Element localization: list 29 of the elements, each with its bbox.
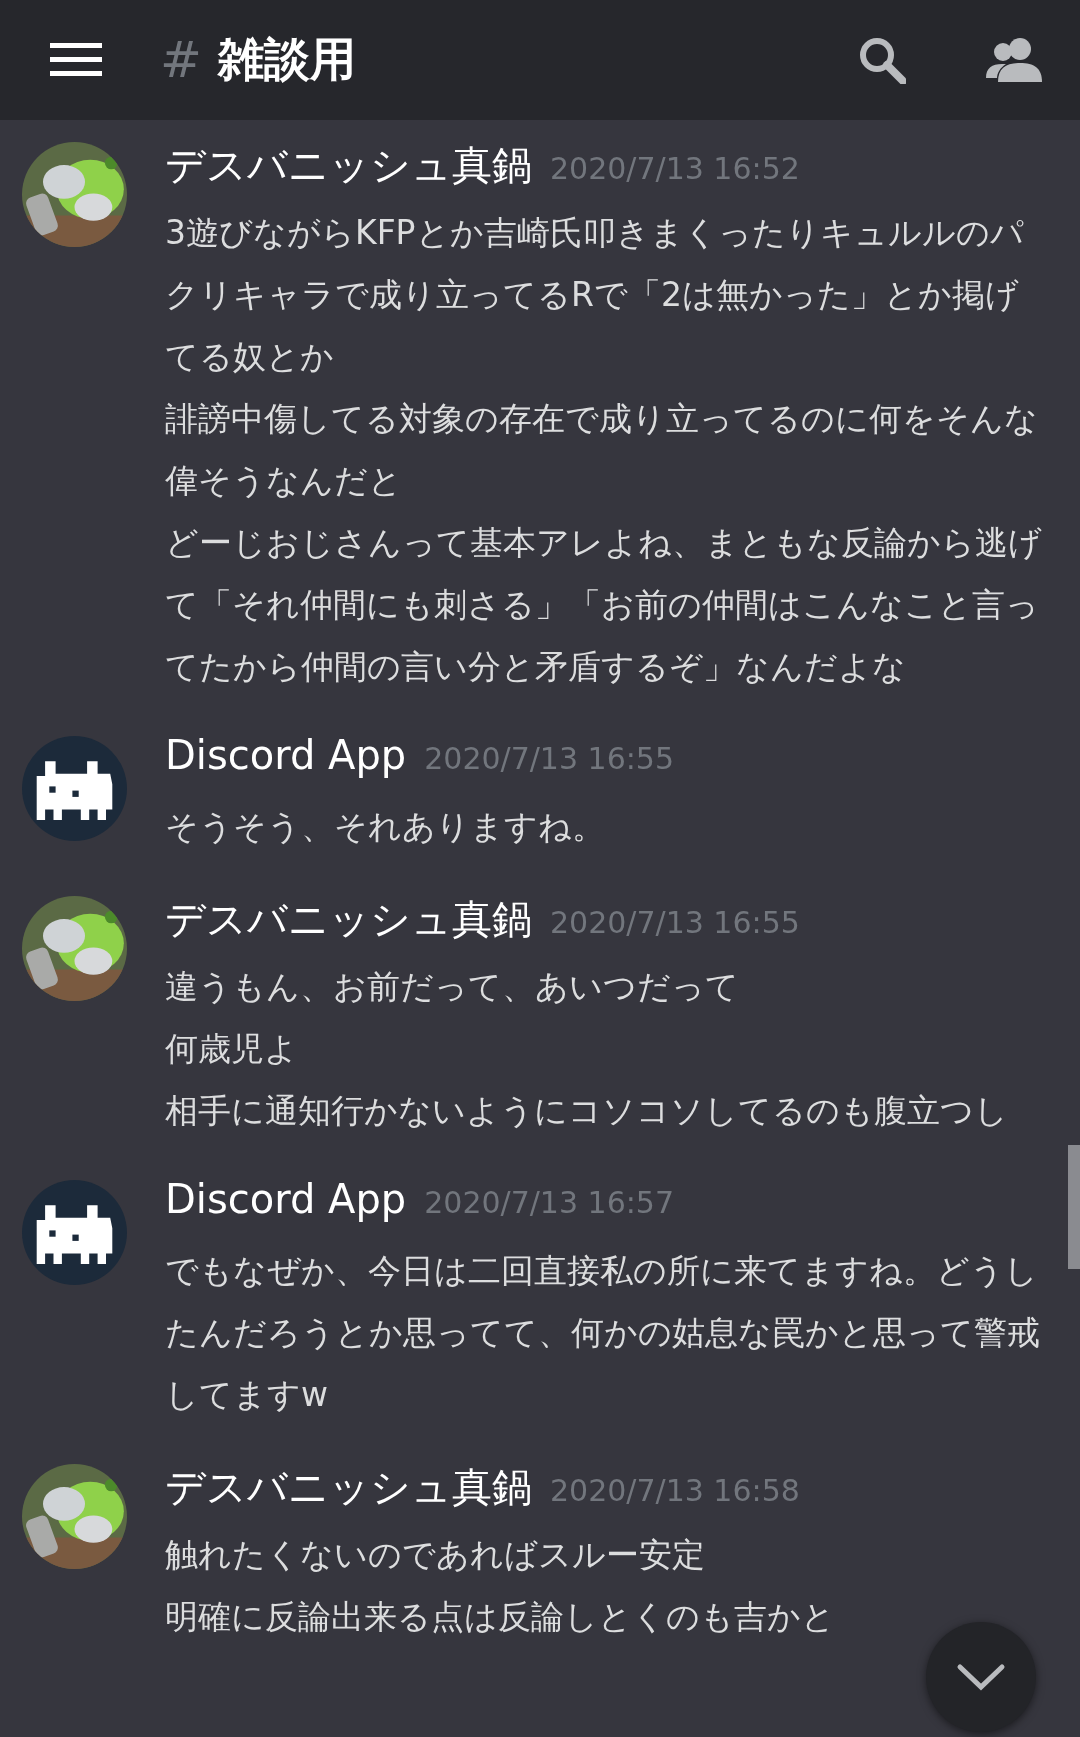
timestamp: 2020/7/13 16:57: [424, 1185, 675, 1220]
scrollbar[interactable]: [1068, 1145, 1080, 1269]
author-name[interactable]: Discord App: [165, 732, 407, 778]
author-name[interactable]: デスバニッシュ真鍋: [165, 892, 532, 947]
channel-hash: #: [160, 31, 202, 89]
timestamp: 2020/7/13 16:52: [550, 151, 800, 186]
author-name[interactable]: デスバニッシュ真鍋: [165, 138, 532, 193]
search-icon[interactable]: [858, 36, 906, 84]
members-icon[interactable]: [986, 36, 1042, 84]
message-text: 誹謗中傷してる対象の存在で成り立ってるのに何をそんな偉そうなんだと: [165, 398, 1039, 502]
author-name[interactable]: デスバニッシュ真鍋: [165, 1460, 532, 1515]
author-name[interactable]: Discord App: [165, 1176, 407, 1222]
message-text: でもなぜか、今日は二回直接私の所に来てますね。どうしたんだろうとか思ってて、何かの姑息な罠かと思って警戒してますw: [165, 1250, 1041, 1416]
message-text: 違うもん、お前だって、あいつだって: [165, 966, 740, 1008]
message-text: 何歳児よ: [165, 1028, 299, 1070]
message-text: そうそう、それありますね。: [165, 806, 606, 848]
message-text: 相手に通知行かないようにコソコソしてるのも腹立つし: [165, 1090, 1009, 1132]
message-text: どーじおじさんって基本アレよね、まともな反論から逃げて「それ仲間にも刺さる」「お前の仲間はこんなこと言ってたから仲間の言い分と矛盾するぞ」なんだよな: [165, 522, 1043, 688]
timestamp: 2020/7/13 16:55: [550, 905, 800, 940]
bot-avatar-icon: [22, 736, 127, 841]
menu-icon[interactable]: [50, 43, 102, 77]
chevron-down-icon: [956, 1663, 1006, 1691]
timestamp: 2020/7/13 16:58: [550, 1473, 800, 1508]
message-text: 触れたくないのであればスルー安定: [165, 1534, 706, 1576]
bot-avatar-icon: [22, 1180, 127, 1285]
message-text: 3遊びながらKFPとか吉崎氏叩きまくったりキュルルのパクリキャラで成り立ってるRで「2は無かった」とか掲げてる奴とか: [165, 212, 1025, 378]
message-text: 明確に反論出来る点は反論しとくのも吉かと: [165, 1596, 836, 1638]
channel-name: 雑談用: [217, 31, 356, 88]
timestamp: 2020/7/13 16:55: [424, 741, 675, 776]
